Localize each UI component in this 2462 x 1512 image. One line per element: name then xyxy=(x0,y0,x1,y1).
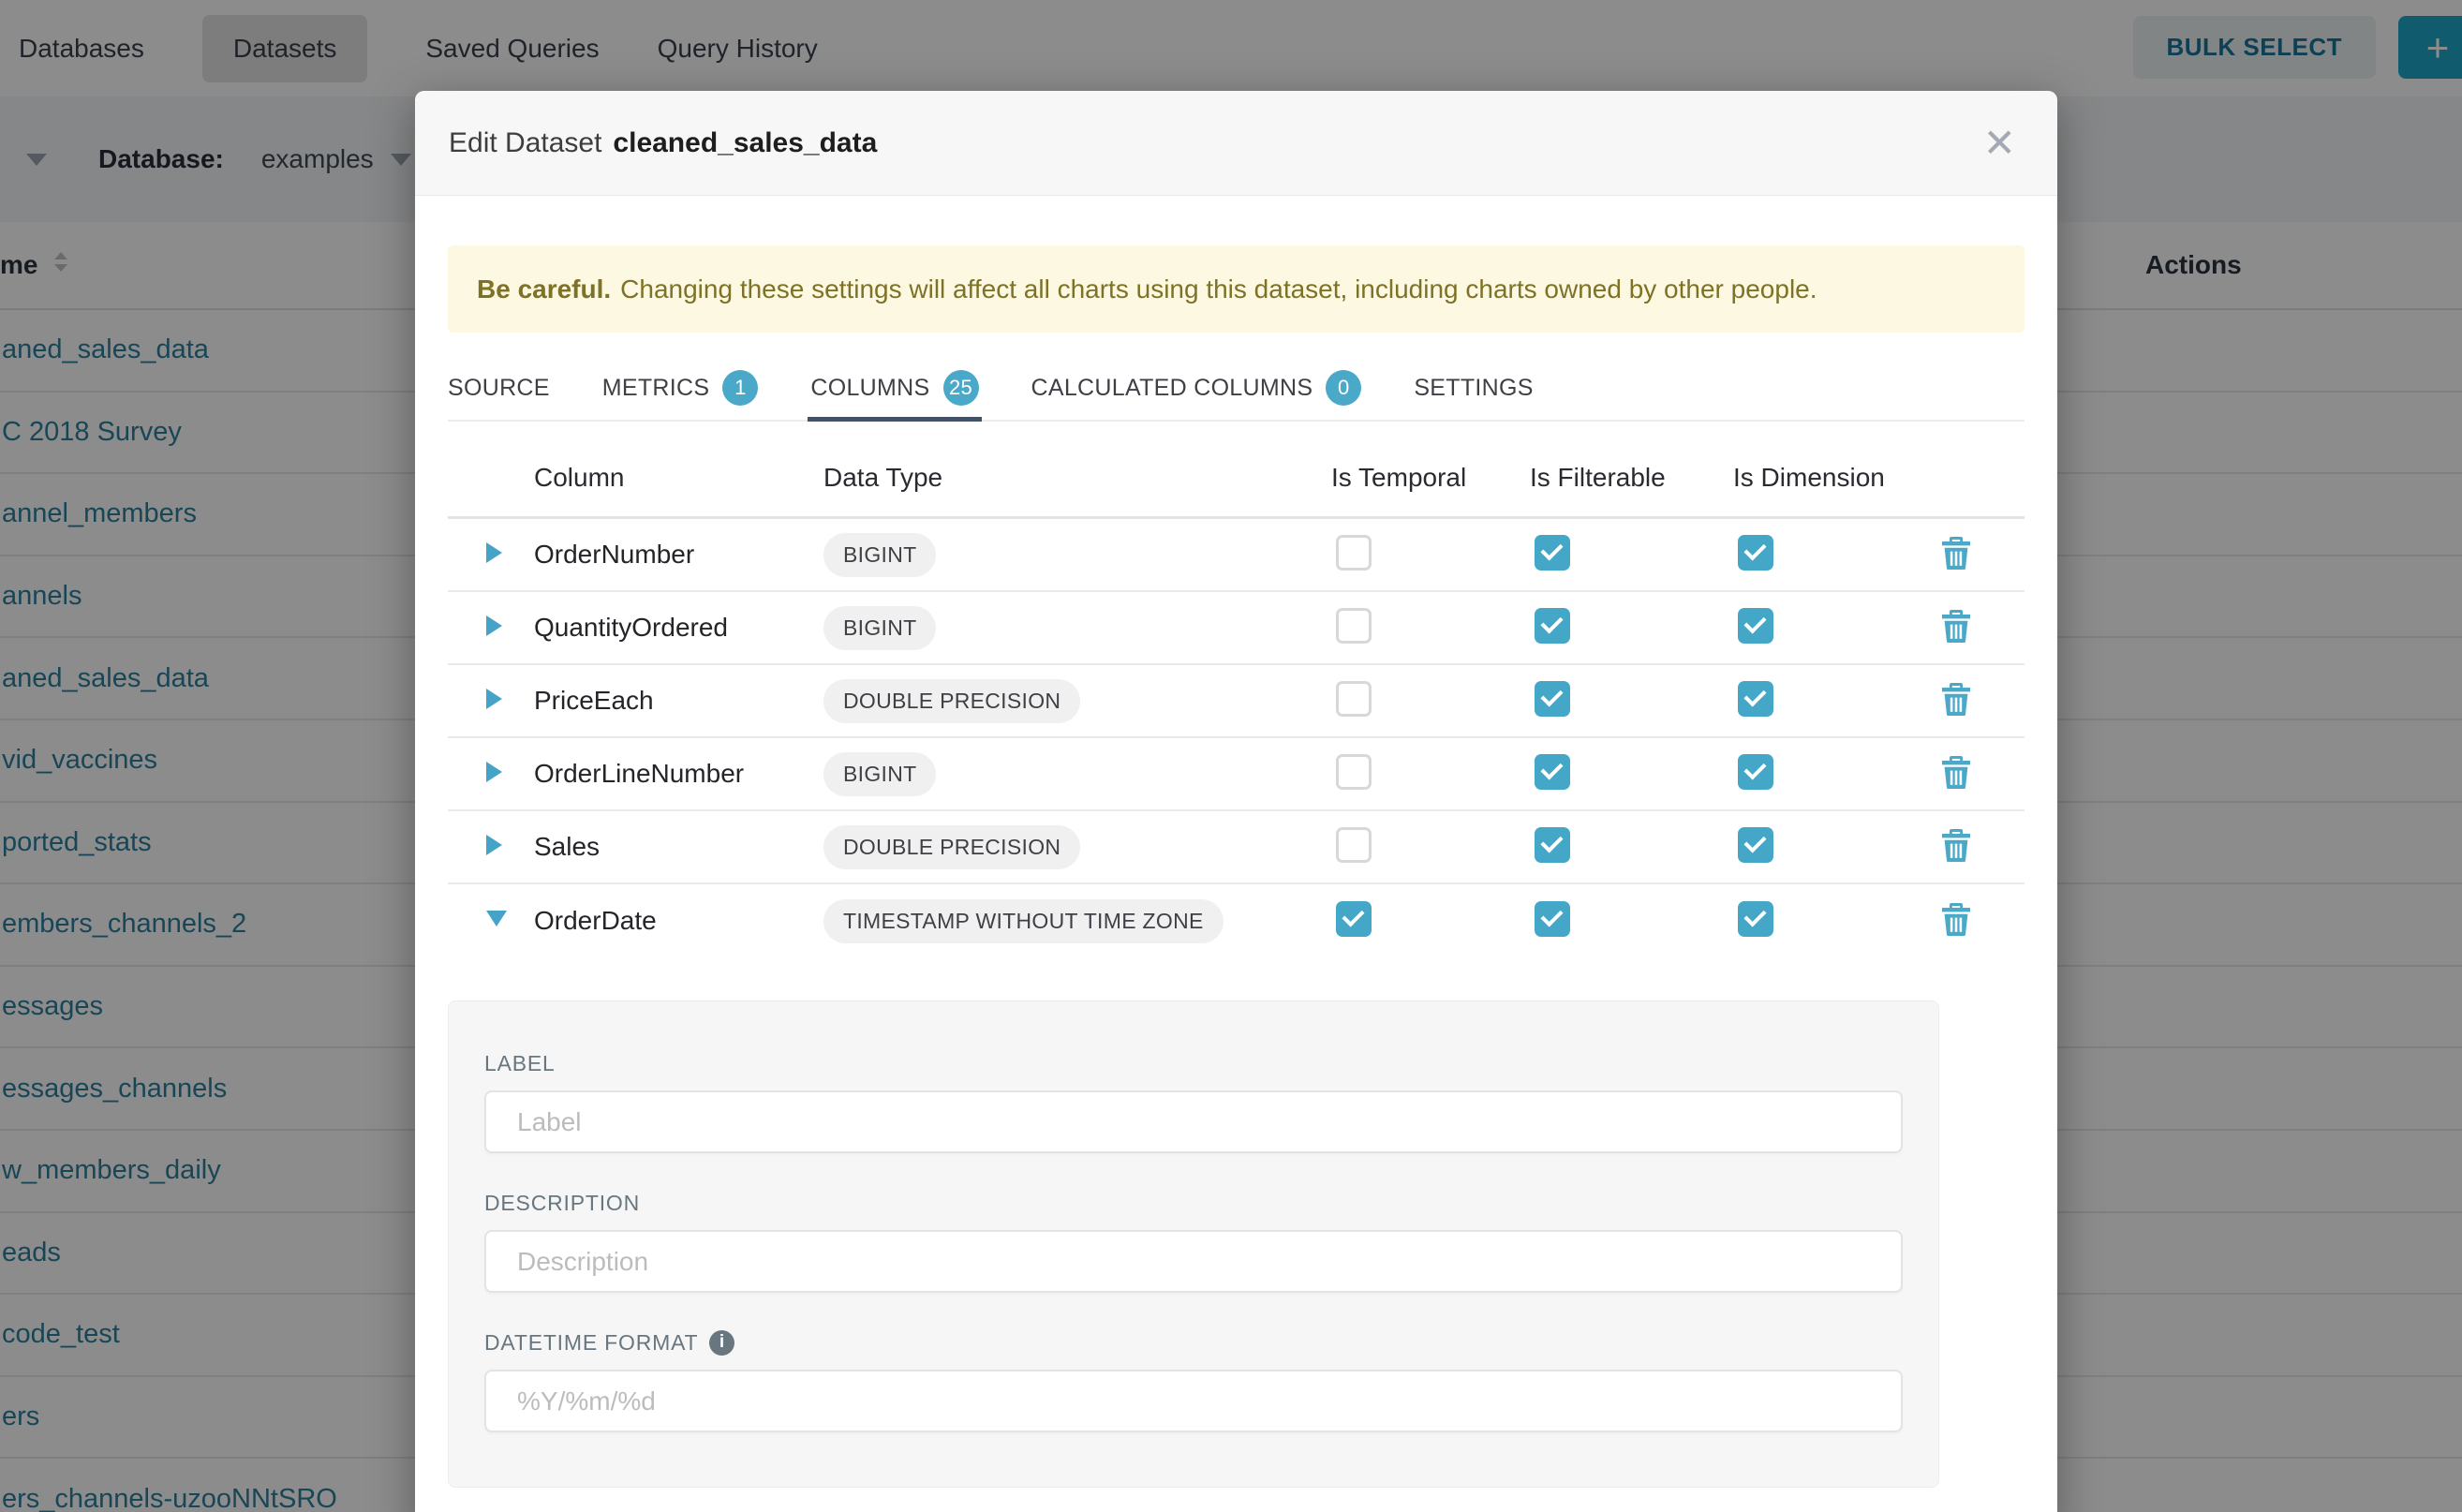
columns-table-header: Column Data Type Is Temporal Is Filterab… xyxy=(448,422,2024,519)
modal-tabs: SOURCE METRICS 1 COLUMNS 25 CALCULATED COLUMN… xyxy=(448,356,2024,422)
tab-label: SETTINGS xyxy=(1414,375,1533,402)
column-name: Sales xyxy=(534,832,823,862)
is-temporal-checkbox[interactable] xyxy=(1336,535,1372,571)
delete-column-icon[interactable] xyxy=(1941,828,1971,862)
data-type-badge: TIMESTAMP WITHOUT TIME ZONE xyxy=(823,899,1224,943)
tab-count-badge: 1 xyxy=(722,370,758,406)
column-name: PriceEach xyxy=(534,686,823,716)
is-temporal-checkbox[interactable] xyxy=(1336,681,1372,717)
tab-count-badge: 25 xyxy=(943,370,979,406)
delete-column-icon[interactable] xyxy=(1941,902,1971,936)
description-heading-text: DESCRIPTION xyxy=(484,1191,640,1216)
header-is-temporal: Is Temporal xyxy=(1331,463,1530,493)
tab-label: METRICS xyxy=(602,375,710,402)
table-row: OrderNumber BIGINT xyxy=(448,519,2024,592)
column-name: OrderNumber xyxy=(534,540,823,570)
is-dimension-checkbox[interactable] xyxy=(1738,901,1773,937)
is-filterable-checkbox[interactable] xyxy=(1535,535,1570,571)
delete-column-icon[interactable] xyxy=(1941,536,1971,570)
is-dimension-checkbox[interactable] xyxy=(1738,535,1773,571)
warning-bold-text: Be careful. xyxy=(477,274,611,304)
is-filterable-checkbox[interactable] xyxy=(1535,827,1570,863)
expand-caret-icon[interactable] xyxy=(486,689,502,709)
delete-column-icon[interactable] xyxy=(1941,609,1971,643)
header-is-dimension: Is Dimension xyxy=(1733,463,1921,493)
tab-label: COLUMNS xyxy=(810,375,929,402)
modal-title-dataset-name: cleaned_sales_data xyxy=(613,127,877,159)
expand-caret-icon[interactable] xyxy=(486,835,502,855)
expand-caret-icon[interactable] xyxy=(486,542,502,563)
column-name: OrderDate xyxy=(534,906,823,936)
header-data-type: Data Type xyxy=(823,463,1331,493)
tab-count-badge: 0 xyxy=(1326,370,1361,406)
label-heading: LABEL xyxy=(484,1050,1903,1076)
edit-dataset-modal: Edit Dataset cleaned_sales_data ✕ Be car… xyxy=(415,91,2057,1512)
header-column: Column xyxy=(534,463,823,493)
delete-column-icon[interactable] xyxy=(1941,755,1971,789)
tab-settings[interactable]: SETTINGS xyxy=(1414,356,1533,420)
header-is-filterable: Is Filterable xyxy=(1530,463,1733,493)
is-temporal-checkbox[interactable] xyxy=(1336,608,1372,644)
is-filterable-checkbox[interactable] xyxy=(1535,901,1570,937)
expand-caret-icon[interactable] xyxy=(486,615,502,636)
label-input[interactable] xyxy=(484,1090,1903,1153)
is-temporal-checkbox[interactable] xyxy=(1336,827,1372,863)
modal-title-prefix: Edit Dataset xyxy=(449,127,601,159)
table-row: QuantityOrdered BIGINT xyxy=(448,592,2024,665)
expand-caret-icon[interactable] xyxy=(486,762,502,782)
label-field-group: LABEL xyxy=(484,1050,1903,1153)
label-heading-text: LABEL xyxy=(484,1051,556,1076)
table-row: OrderLineNumber BIGINT xyxy=(448,738,2024,811)
description-field-group: DESCRIPTION xyxy=(484,1190,1903,1293)
info-icon[interactable]: i xyxy=(709,1330,734,1356)
table-row: OrderDate TIMESTAMP WITHOUT TIME ZONE xyxy=(448,884,2024,957)
is-filterable-checkbox[interactable] xyxy=(1535,754,1570,790)
is-dimension-checkbox[interactable] xyxy=(1738,608,1773,644)
is-temporal-checkbox[interactable] xyxy=(1336,901,1372,937)
is-filterable-checkbox[interactable] xyxy=(1535,681,1570,717)
tab-columns[interactable]: COLUMNS 25 xyxy=(810,356,978,420)
warning-banner: Be careful. Changing these settings will… xyxy=(448,245,2024,333)
data-type-badge: BIGINT xyxy=(823,606,936,650)
columns-table-body: OrderNumber BIGINT QuantityOrdered BIGIN… xyxy=(448,519,2024,957)
modal-header: Edit Dataset cleaned_sales_data ✕ xyxy=(415,91,2057,196)
data-type-badge: BIGINT xyxy=(823,533,936,577)
datetime-format-heading: DATETIME FORMAT i xyxy=(484,1329,1903,1356)
data-type-badge: DOUBLE PRECISION xyxy=(823,679,1080,723)
is-dimension-checkbox[interactable] xyxy=(1738,754,1773,790)
tab-source[interactable]: SOURCE xyxy=(448,356,550,420)
is-dimension-checkbox[interactable] xyxy=(1738,681,1773,717)
expand-caret-icon[interactable] xyxy=(486,911,507,926)
is-temporal-checkbox[interactable] xyxy=(1336,754,1372,790)
description-input[interactable] xyxy=(484,1230,1903,1293)
description-heading: DESCRIPTION xyxy=(484,1190,1903,1216)
tab-label: CALCULATED COLUMNS xyxy=(1031,375,1313,402)
is-dimension-checkbox[interactable] xyxy=(1738,827,1773,863)
datetime-format-heading-text: DATETIME FORMAT xyxy=(484,1330,698,1356)
delete-column-icon[interactable] xyxy=(1941,682,1971,716)
datetime-format-field-group: DATETIME FORMAT i xyxy=(484,1329,1903,1432)
tab-metrics[interactable]: METRICS 1 xyxy=(602,356,759,420)
modal-body: Be careful. Changing these settings will… xyxy=(415,196,2057,1512)
screen: Databases Datasets Saved Queries Query H… xyxy=(0,0,2462,1512)
datetime-format-input[interactable] xyxy=(484,1370,1903,1432)
close-icon[interactable]: ✕ xyxy=(1983,124,2016,163)
is-filterable-checkbox[interactable] xyxy=(1535,608,1570,644)
tab-calculated-columns[interactable]: CALCULATED COLUMNS 0 xyxy=(1031,356,1362,420)
table-row: PriceEach DOUBLE PRECISION xyxy=(448,665,2024,738)
warning-text: Changing these settings will affect all … xyxy=(620,274,1817,304)
column-name: QuantityOrdered xyxy=(534,613,823,643)
column-name: OrderLineNumber xyxy=(534,759,823,789)
data-type-badge: DOUBLE PRECISION xyxy=(823,825,1080,869)
table-row: Sales DOUBLE PRECISION xyxy=(448,811,2024,884)
column-detail-panel: LABEL DESCRIPTION DATETIME FORMAT i xyxy=(448,1001,1939,1488)
tab-label: SOURCE xyxy=(448,375,550,402)
data-type-badge: BIGINT xyxy=(823,752,936,796)
